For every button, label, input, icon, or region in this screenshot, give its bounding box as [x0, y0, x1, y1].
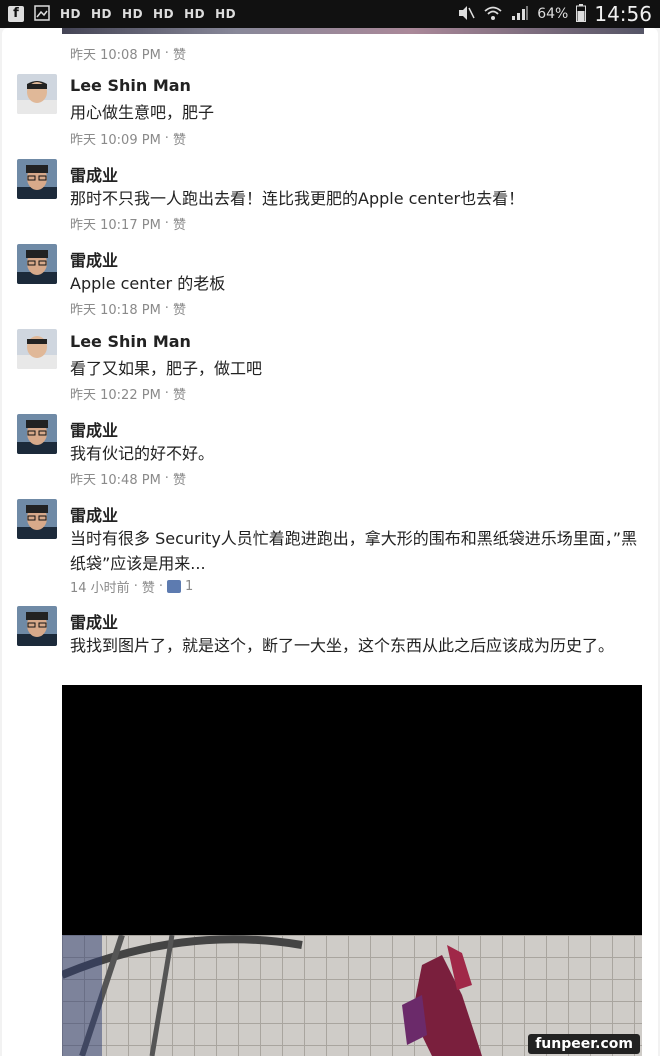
hd-indicator: HD: [184, 7, 206, 21]
commenter-name[interactable]: 雷成业: [70, 502, 118, 526]
comment-time: 昨天 10:17 PM: [70, 218, 161, 233]
comment-meta: 14 小时前 · 赞 · 1: [70, 577, 194, 596]
comment-meta: 昨天 10:08 PM · 赞: [70, 44, 186, 63]
like-count[interactable]: 1: [185, 579, 193, 594]
like-button[interactable]: 赞: [173, 129, 186, 148]
hd-indicator: HD: [122, 7, 144, 21]
comment-text: 用心做生意吧，肥子: [70, 103, 215, 122]
clock-time: 14:56: [594, 2, 652, 26]
avatar[interactable]: [17, 499, 57, 539]
facebook-icon: f: [8, 6, 24, 22]
previous-image-edge: [62, 28, 644, 34]
avatar[interactable]: [17, 244, 57, 284]
mute-icon: [457, 5, 475, 24]
commenter-name[interactable]: 雷成业: [70, 162, 118, 186]
comment-time: 14 小时前: [70, 581, 130, 596]
avatar[interactable]: [17, 329, 57, 369]
comment-time: 昨天 10:48 PM: [70, 473, 161, 488]
like-button[interactable]: 赞: [173, 44, 186, 63]
comment-time: 昨天 10:18 PM: [70, 303, 161, 318]
comment-time: 昨天 10:09 PM: [70, 133, 161, 148]
commenter-name[interactable]: Lee Shin Man: [70, 332, 191, 351]
avatar[interactable]: [17, 74, 57, 114]
like-button[interactable]: 赞: [142, 577, 155, 596]
comment-meta: 昨天 10:09 PM · 赞: [70, 129, 186, 148]
status-bar: f HD HD HD HD HD HD 64% 14:56: [0, 0, 660, 28]
like-button[interactable]: 赞: [173, 299, 186, 318]
comment-text: 我有伙记的好不好。: [70, 444, 215, 463]
avatar[interactable]: [17, 159, 57, 199]
avatar[interactable]: [17, 414, 57, 454]
comment-text: 当时有很多 Security人员忙着跑进跑出，拿大形的围布和黑纸袋进乐场里面，”…: [70, 529, 638, 573]
wifi-icon: [483, 5, 503, 24]
comments-panel: 昨天 10:08 PM · 赞 Lee Shin Man 用心做生意吧，肥子 昨…: [2, 28, 658, 1056]
commenter-name[interactable]: Lee Shin Man: [70, 76, 191, 95]
battery-icon: [576, 3, 587, 25]
commenter-name[interactable]: 雷成业: [70, 417, 118, 441]
comment-time: 昨天 10:08 PM: [70, 48, 161, 63]
comment-meta: 昨天 10:17 PM · 赞: [70, 214, 186, 233]
thumbs-up-icon: [166, 580, 181, 593]
hd-indicator: HD: [60, 7, 82, 21]
comment-text: 看了又如果，肥子，做工吧: [70, 359, 263, 378]
comment-meta: 昨天 10:22 PM · 赞: [70, 384, 186, 403]
avatar[interactable]: [17, 606, 57, 646]
comment-text: Apple center 的老板: [70, 274, 226, 293]
like-button[interactable]: 赞: [173, 214, 186, 233]
comment-meta: 昨天 10:48 PM · 赞: [70, 469, 186, 488]
comment-text: 我找到图片了，就是这个，断了一大坐，这个东西从此之后应该成为历史了。: [70, 636, 615, 655]
watermark-label: funpeer.com: [528, 1034, 640, 1054]
gallery-icon: [34, 4, 50, 24]
like-button[interactable]: 赞: [173, 469, 186, 488]
commenter-name[interactable]: 雷成业: [70, 609, 118, 633]
hd-indicator: HD: [91, 7, 113, 21]
like-button[interactable]: 赞: [173, 384, 186, 403]
comment-time: 昨天 10:22 PM: [70, 388, 161, 403]
signal-icon: [511, 5, 529, 24]
attached-photo[interactable]: [62, 685, 642, 1056]
hd-indicator: HD: [215, 7, 237, 21]
battery-percent: 64%: [537, 6, 569, 22]
hd-indicator: HD: [153, 7, 175, 21]
commenter-name[interactable]: 雷成业: [70, 247, 118, 271]
comment-meta: 昨天 10:18 PM · 赞: [70, 299, 186, 318]
comment-text: 那时不只我一人跑出去看！连比我更肥的Apple center也去看！: [70, 189, 525, 208]
